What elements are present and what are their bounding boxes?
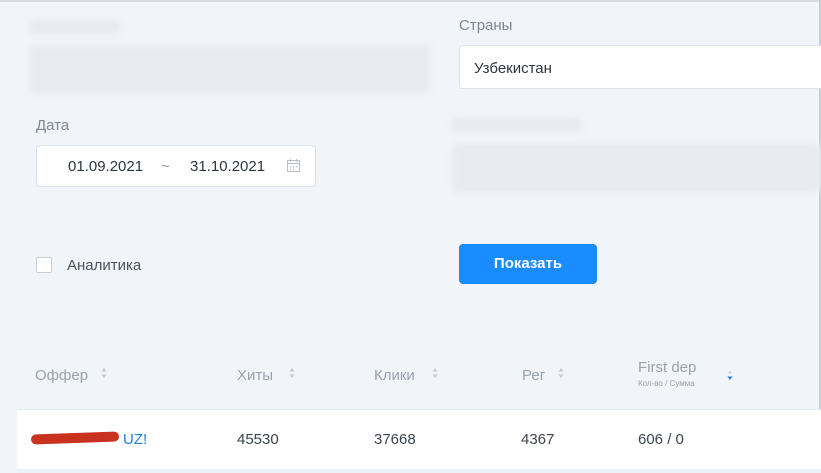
redacted-offer-name [30, 431, 120, 445]
column-header-clicks[interactable]: Клики [374, 367, 415, 384]
date-from[interactable]: 01.09.2021 [68, 158, 143, 175]
date-to[interactable]: 31.10.2021 [190, 158, 265, 175]
column-header-first-dep[interactable]: First dep [638, 359, 696, 376]
cell-reg: 4367 [521, 431, 555, 448]
analytics-checkbox[interactable] [36, 257, 52, 273]
cell-clicks: 37668 [374, 431, 416, 448]
cell-first-dep: 606 / 0 [638, 431, 684, 448]
column-header-offer[interactable]: Оффер [35, 367, 88, 384]
column-header-hits[interactable]: Хиты [237, 367, 273, 384]
cell-hits: 45530 [237, 431, 279, 448]
table-row-divider [17, 469, 821, 473]
analytics-label[interactable]: Аналитика [67, 257, 141, 274]
sort-icon[interactable] [432, 367, 438, 379]
table-row: UZ! 45530 37668 4367 606 / 0 [17, 409, 821, 469]
date-separator: ~ [161, 158, 170, 175]
sort-icon[interactable] [558, 367, 564, 379]
blurred-label [452, 118, 582, 132]
blurred-field [30, 45, 430, 93]
offer-link[interactable]: UZ! [123, 431, 147, 448]
countries-selected-value: Узбекистан [474, 60, 552, 77]
column-header-reg[interactable]: Рег [522, 367, 545, 384]
sort-icon[interactable] [289, 367, 295, 379]
blurred-label [30, 20, 120, 34]
sort-icon[interactable] [101, 367, 107, 379]
column-header-first-dep-sub: Кол-во / Сумма [638, 379, 695, 388]
blurred-field [452, 144, 821, 192]
window-top-border [0, 0, 821, 2]
calendar-icon[interactable] [287, 159, 300, 172]
date-range-picker[interactable]: 01.09.2021 ~ 31.10.2021 [36, 145, 316, 187]
date-label: Дата [36, 117, 70, 134]
sort-desc-icon[interactable] [727, 369, 733, 381]
countries-select[interactable]: Узбекистан [459, 45, 821, 89]
show-button[interactable]: Показать [459, 244, 597, 284]
countries-label: Страны [459, 17, 513, 34]
